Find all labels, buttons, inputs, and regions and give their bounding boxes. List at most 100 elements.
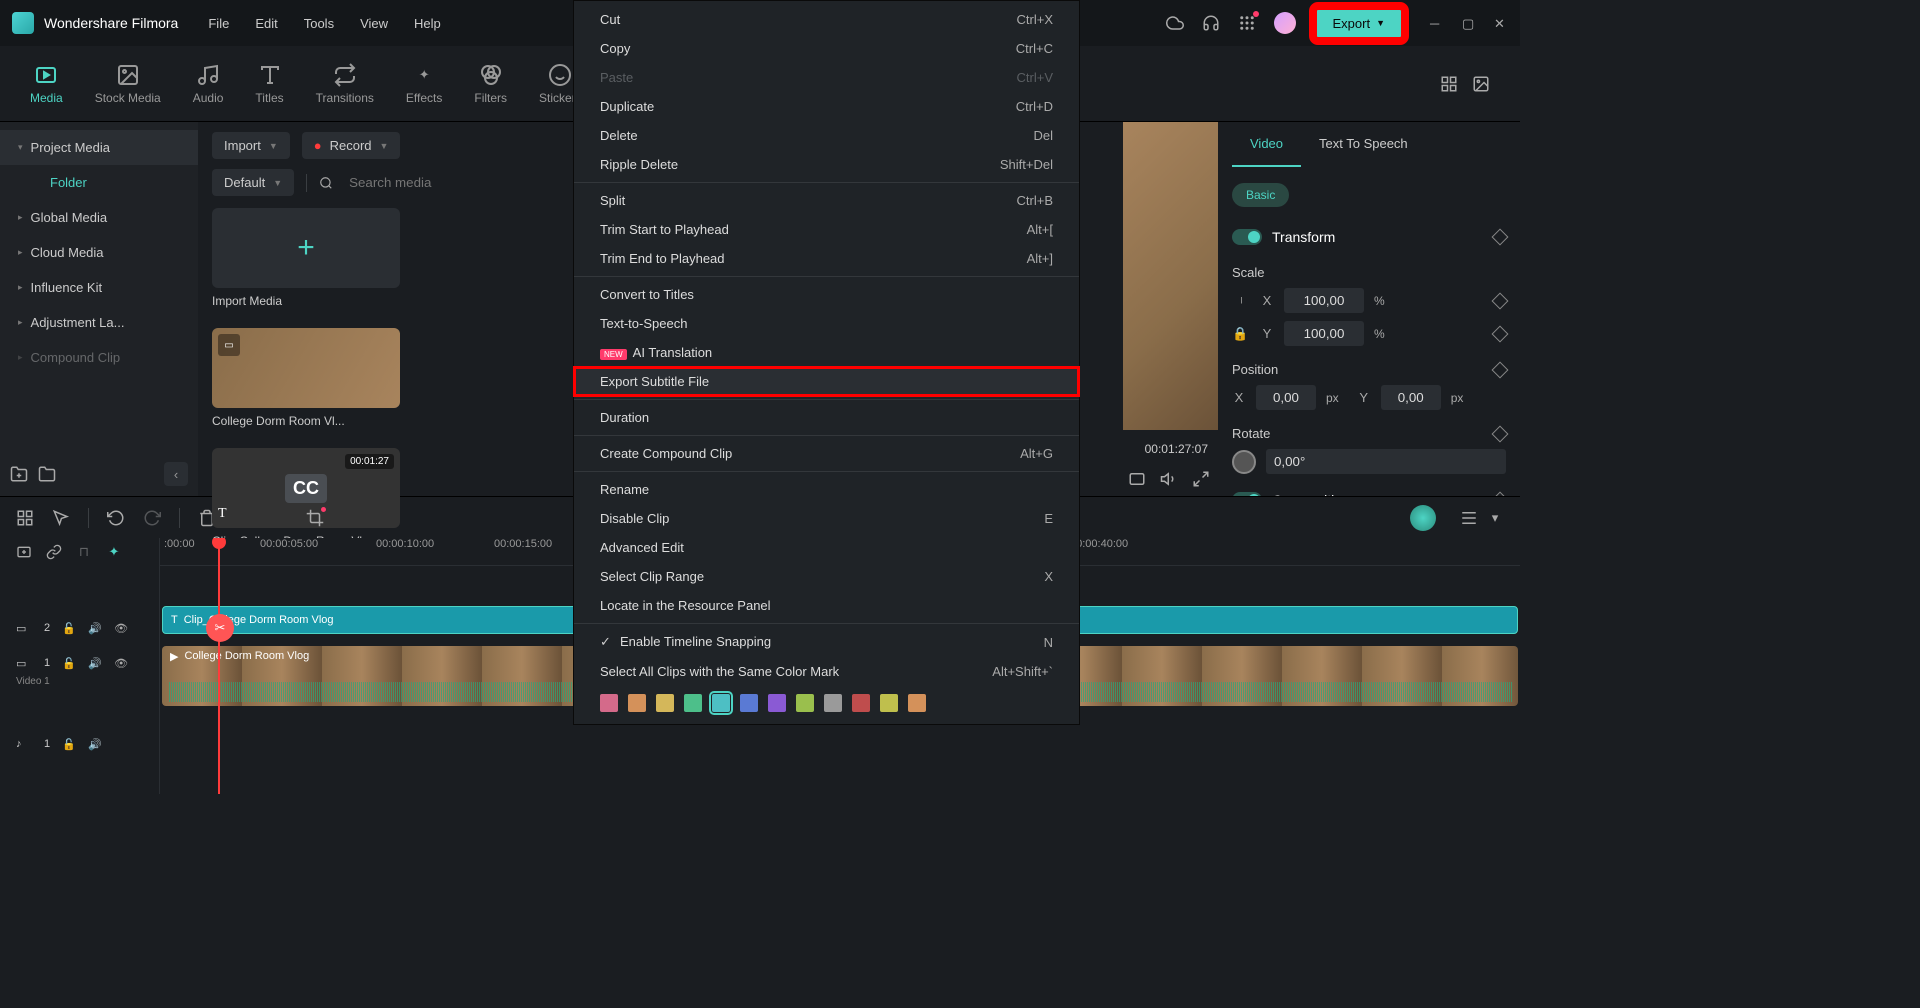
keyframe-icon[interactable] [1492, 361, 1509, 378]
track-head-subtitle[interactable]: ▭2 🔓 🔊 👁 [0, 602, 159, 654]
tab-audio[interactable]: Audio [193, 63, 224, 105]
keyframe-icon[interactable] [1492, 292, 1509, 309]
color-mark[interactable] [712, 694, 730, 712]
image-view-icon[interactable] [1472, 75, 1490, 93]
color-mark[interactable] [908, 694, 926, 712]
sidebar-influence-kit[interactable]: ▸Influence Kit [0, 270, 198, 305]
tab-titles[interactable]: Titles [255, 63, 283, 105]
crop-icon[interactable] [306, 509, 324, 527]
basic-pill[interactable]: Basic [1232, 183, 1289, 207]
ctx-delete[interactable]: DeleteDel [574, 121, 1079, 150]
ctx-export-subtitle-file[interactable]: Export Subtitle File [574, 367, 1079, 396]
media-card-dorm[interactable]: ▭ College Dorm Room Vl... [212, 328, 400, 428]
folder-icon[interactable] [38, 465, 56, 483]
snapshot-icon[interactable] [1128, 470, 1146, 488]
track-eye-icon[interactable]: 👁 [114, 619, 128, 637]
grid-view-icon[interactable] [1440, 75, 1458, 93]
pos-y-input[interactable] [1381, 385, 1441, 410]
menu-edit[interactable]: Edit [255, 16, 277, 31]
volume-icon[interactable] [1160, 470, 1178, 488]
ctx-split[interactable]: SplitCtrl+B [574, 186, 1079, 215]
magnet-icon[interactable]: ⊓ [76, 543, 92, 561]
props-tab-tts[interactable]: Text To Speech [1301, 122, 1426, 167]
keyframe-icon[interactable] [1492, 325, 1509, 342]
lock-icon[interactable]: 🔒 [1232, 326, 1250, 342]
props-tab-video[interactable]: Video [1232, 122, 1301, 167]
transform-toggle[interactable] [1232, 229, 1262, 245]
sidebar-global-media[interactable]: ▸Global Media [0, 200, 198, 235]
color-mark[interactable] [880, 694, 898, 712]
view-dropdown-icon[interactable]: ▾ [1486, 509, 1504, 527]
scale-y-input[interactable] [1284, 321, 1364, 346]
color-mark[interactable] [600, 694, 618, 712]
ctx-text-to-speech[interactable]: Text-to-Speech [574, 309, 1079, 338]
color-mark[interactable] [628, 694, 646, 712]
select-tool-icon[interactable] [16, 509, 34, 527]
ctx-select-clip-range[interactable]: Select Clip RangeX [574, 562, 1079, 591]
tab-effects[interactable]: ✦Effects [406, 63, 442, 105]
search-input[interactable] [345, 171, 594, 194]
color-mark[interactable] [852, 694, 870, 712]
track-head-audio[interactable]: ♪1 🔓 🔊 [0, 718, 159, 770]
sidebar-compound-clip[interactable]: ▸Compound Clip [0, 340, 198, 375]
ctx-select-all-clips-with-the-same-color-mark[interactable]: Select All Clips with the Same Color Mar… [574, 657, 1079, 686]
track-mute-icon[interactable]: 🔊 [88, 654, 102, 672]
color-mark[interactable] [740, 694, 758, 712]
ctx-create-compound-clip[interactable]: Create Compound ClipAlt+G [574, 439, 1079, 468]
sidebar-adjustment-layer[interactable]: ▸Adjustment La... [0, 305, 198, 340]
playhead[interactable] [218, 538, 220, 794]
sidebar-folder[interactable]: Folder [0, 165, 198, 200]
track-lock-icon[interactable]: 🔓 [62, 735, 76, 753]
track-lock-icon[interactable]: 🔓 [62, 654, 76, 672]
color-mark[interactable] [656, 694, 674, 712]
scale-x-input[interactable] [1284, 288, 1364, 313]
ctx-ai-translation[interactable]: NEWAI Translation [574, 338, 1079, 367]
import-dropdown[interactable]: Import▼ [212, 132, 290, 159]
sidebar-collapse-icon[interactable]: ‹ [164, 462, 188, 486]
add-track-icon[interactable] [16, 543, 32, 561]
close-icon[interactable]: ✕ [1494, 16, 1508, 30]
fullscreen-icon[interactable] [1192, 470, 1210, 488]
track-lock-icon[interactable]: 🔓 [62, 619, 76, 637]
tab-stock-media[interactable]: Stock Media [95, 63, 161, 105]
sort-dropdown[interactable]: Default▼ [212, 169, 294, 196]
tab-media[interactable]: Media [30, 63, 63, 105]
track-head-video[interactable]: ▭1 🔓 🔊 👁 Video 1 [0, 654, 159, 718]
ctx-disable-clip[interactable]: Disable ClipE [574, 504, 1079, 533]
list-view-icon[interactable] [1460, 509, 1478, 527]
ctx-duration[interactable]: Duration [574, 403, 1079, 432]
rotate-dial[interactable] [1232, 450, 1256, 474]
cursor-tool-icon[interactable] [52, 509, 70, 527]
user-avatar[interactable] [1274, 12, 1296, 34]
undo-icon[interactable] [107, 509, 125, 527]
marker-icon[interactable]: ✦ [106, 543, 122, 561]
apps-icon[interactable] [1238, 14, 1256, 32]
ctx-duplicate[interactable]: DuplicateCtrl+D [574, 92, 1079, 121]
menu-file[interactable]: File [208, 16, 229, 31]
track-mute-icon[interactable]: 🔊 [88, 619, 102, 637]
new-folder-icon[interactable] [10, 465, 28, 483]
track-mute-icon[interactable]: 🔊 [88, 735, 102, 753]
menu-view[interactable]: View [360, 16, 388, 31]
sidebar-project-media[interactable]: ▾Project Media [0, 130, 198, 165]
keyframe-icon[interactable] [1492, 425, 1509, 442]
ctx-cut[interactable]: CutCtrl+X [574, 5, 1079, 34]
ai-assistant-icon[interactable] [1410, 505, 1436, 531]
color-mark[interactable] [768, 694, 786, 712]
ctx-locate-in-the-resource-panel[interactable]: Locate in the Resource Panel [574, 591, 1079, 620]
ctx-copy[interactable]: CopyCtrl+C [574, 34, 1079, 63]
redo-icon[interactable] [143, 509, 161, 527]
export-button[interactable]: Export▼ [1314, 7, 1405, 40]
pos-x-input[interactable] [1256, 385, 1316, 410]
ctx-ripple-delete[interactable]: Ripple DeleteShift+Del [574, 150, 1079, 179]
compositing-toggle[interactable] [1232, 492, 1262, 496]
color-mark[interactable] [684, 694, 702, 712]
media-card-cc[interactable]: 00:01:27 CC T ✓ Clip_College Dorm Room V… [212, 448, 400, 548]
color-mark[interactable] [824, 694, 842, 712]
ctx-enable-timeline-snapping[interactable]: ✓Enable Timeline SnappingN [574, 627, 1079, 657]
import-media-card[interactable]: + Import Media [212, 208, 400, 308]
track-eye-icon[interactable]: 👁 [114, 654, 128, 672]
record-dropdown[interactable]: ●Record▼ [302, 132, 401, 159]
color-mark[interactable] [796, 694, 814, 712]
sidebar-cloud-media[interactable]: ▸Cloud Media [0, 235, 198, 270]
